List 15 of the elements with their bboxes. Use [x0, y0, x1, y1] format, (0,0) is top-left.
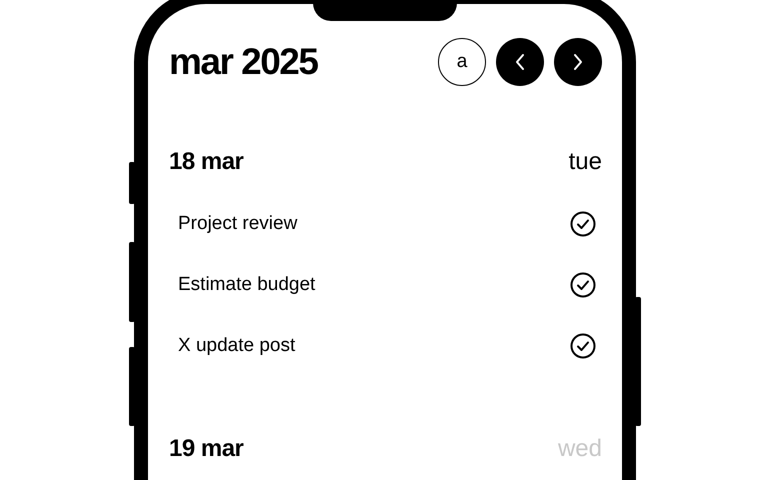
- task-label: Estimate budget: [178, 274, 316, 296]
- view-button[interactable]: a: [438, 38, 486, 86]
- task-label: Project review: [178, 213, 298, 235]
- next-button[interactable]: [554, 38, 602, 86]
- day-weekday: tue: [568, 148, 602, 176]
- month-title: mar 2025: [169, 41, 318, 83]
- previous-button[interactable]: [496, 38, 544, 86]
- chevron-right-icon: [573, 53, 583, 71]
- check-circle-icon[interactable]: [570, 272, 596, 298]
- day-date: 19 mar: [169, 435, 244, 463]
- chevron-left-icon: [515, 53, 525, 71]
- check-circle-icon[interactable]: [570, 211, 596, 237]
- check-circle-icon[interactable]: [570, 333, 596, 359]
- task-label: X update post: [178, 335, 296, 357]
- day-date: 18 mar: [169, 148, 244, 176]
